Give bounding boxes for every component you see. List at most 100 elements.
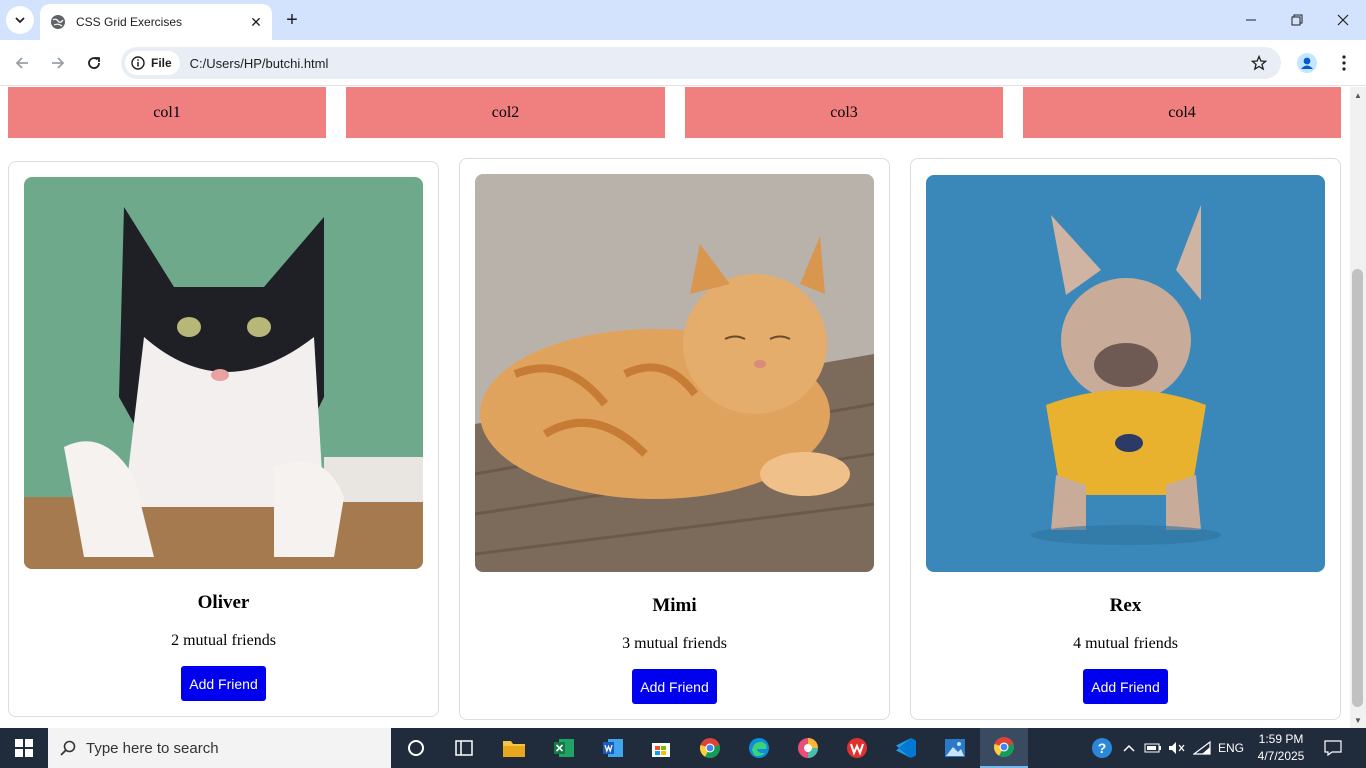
chrome-alt-button[interactable] — [784, 728, 832, 768]
cat-orange-tabby-icon — [475, 174, 874, 572]
reload-button[interactable] — [80, 49, 108, 77]
back-button[interactable] — [8, 49, 36, 77]
forward-button[interactable] — [44, 49, 72, 77]
address-bar[interactable]: File C:/Users/HP/butchi.html — [121, 47, 1281, 79]
vertical-scrollbar[interactable]: ▲ ▼ — [1350, 87, 1366, 728]
mutual-friends: 3 mutual friends — [622, 635, 727, 652]
grid-col-4: col4 — [1023, 87, 1341, 138]
chevron-up-icon — [1123, 744, 1135, 752]
help-tray-button[interactable]: ? — [1088, 728, 1116, 768]
friend-card: Oliver 2 mutual friends Add Friend — [8, 161, 439, 717]
system-clock[interactable]: 1:59 PM 4/7/2025 — [1250, 731, 1312, 765]
clock-time: 1:59 PM — [1258, 732, 1304, 746]
svg-text:?: ? — [1098, 740, 1107, 756]
info-icon — [131, 56, 145, 70]
restore-button[interactable] — [1274, 0, 1320, 40]
minimize-icon — [1246, 19, 1256, 21]
word-icon — [603, 739, 623, 757]
chrome-icon — [994, 737, 1014, 758]
minimize-button[interactable] — [1228, 0, 1274, 40]
scheme-label: File — [151, 56, 172, 70]
browser-toolbar: File C:/Users/HP/butchi.html — [0, 40, 1366, 86]
edge-icon — [749, 738, 769, 758]
friend-card: Mimi 3 mutual friends Add Friend — [459, 158, 890, 720]
photos-button[interactable] — [931, 728, 979, 768]
grid-col-1: col1 — [8, 87, 326, 138]
clock-date: 4/7/2025 — [1257, 749, 1305, 763]
chevron-down-icon — [15, 17, 25, 24]
friend-name: Oliver — [197, 592, 250, 613]
site-info-chip[interactable]: File — [125, 51, 180, 75]
wps-button[interactable] — [833, 728, 881, 768]
wps-icon — [847, 738, 867, 758]
add-friend-button[interactable]: Add Friend — [1083, 669, 1168, 704]
mutual-friends: 4 mutual friends — [1073, 635, 1178, 652]
folder-icon — [503, 741, 525, 757]
store-bag-icon — [652, 743, 670, 757]
close-icon — [1337, 14, 1349, 26]
chrome-button[interactable] — [686, 728, 734, 768]
store-button[interactable] — [637, 728, 685, 768]
search-icon — [60, 740, 76, 756]
grid-col-2: col2 — [346, 87, 665, 138]
volume-muted-icon — [1169, 742, 1185, 754]
taskbar-search-box[interactable]: Type here to search — [48, 728, 391, 768]
arrow-left-icon — [15, 57, 28, 69]
scrollbar-thumb[interactable] — [1352, 269, 1363, 707]
tab-strip: CSS Grid Exercises ✕ + — [0, 0, 1366, 40]
battery-tray-button[interactable] — [1142, 728, 1164, 768]
friend-name: Mimi — [652, 595, 697, 616]
tab-search-button[interactable] — [6, 6, 34, 34]
avatar-icon — [1297, 53, 1317, 73]
photos-icon — [945, 739, 965, 757]
url-text[interactable]: C:/Users/HP/butchi.html — [190, 56, 329, 71]
show-hidden-icons-button[interactable] — [1120, 728, 1138, 768]
edge-button[interactable] — [735, 728, 783, 768]
scroll-up-arrow[interactable]: ▲ — [1350, 87, 1366, 103]
arrow-right-icon — [52, 57, 65, 69]
profile-button[interactable] — [1294, 50, 1320, 76]
search-placeholder: Type here to search — [86, 739, 219, 757]
bookmark-star-button[interactable] — [1247, 51, 1271, 75]
grid-col-3: col3 — [685, 87, 1003, 138]
chrome-active-button[interactable] — [980, 728, 1028, 768]
chrome-icon — [700, 738, 720, 759]
volume-tray-button[interactable] — [1166, 728, 1188, 768]
tab-title: CSS Grid Exercises — [76, 15, 183, 29]
friend-card: Rex 4 mutual friends Add Friend — [910, 158, 1341, 720]
notification-icon — [1324, 740, 1342, 756]
new-tab-button[interactable]: + — [280, 8, 304, 32]
wifi-icon — [1193, 741, 1211, 755]
friend-name: Rex — [1109, 595, 1142, 616]
task-view-icon — [455, 740, 473, 756]
close-tab-button[interactable]: ✕ — [246, 12, 266, 32]
cat-black-white-icon — [24, 177, 423, 569]
cortana-button[interactable] — [392, 728, 440, 768]
task-view-button[interactable] — [440, 728, 488, 768]
notifications-button[interactable] — [1316, 728, 1350, 768]
add-friend-button[interactable]: Add Friend — [632, 669, 717, 704]
globe-icon — [51, 15, 65, 29]
excel-icon — [554, 739, 574, 757]
scroll-down-arrow[interactable]: ▼ — [1350, 712, 1366, 728]
add-friend-button[interactable]: Add Friend — [181, 666, 266, 701]
browser-tab[interactable]: CSS Grid Exercises ✕ — [40, 4, 272, 40]
start-button[interactable] — [0, 728, 48, 768]
close-window-button[interactable] — [1320, 0, 1366, 40]
mutual-friends: 2 mutual friends — [171, 632, 276, 649]
word-button[interactable] — [589, 728, 637, 768]
language-indicator[interactable]: ENG — [1214, 728, 1248, 768]
network-tray-button[interactable] — [1190, 728, 1214, 768]
browser-menu-button[interactable] — [1332, 50, 1356, 76]
excel-button[interactable] — [540, 728, 588, 768]
cortana-icon — [408, 740, 424, 756]
dog-french-bulldog-icon — [926, 175, 1325, 572]
reload-icon — [88, 57, 100, 69]
file-explorer-button[interactable] — [490, 728, 538, 768]
page-viewport: col1 col2 col3 col4 Oliver 2 mutual frie… — [0, 87, 1350, 728]
battery-icon — [1144, 743, 1161, 753]
vscode-icon — [896, 738, 916, 758]
windows-logo-icon — [15, 739, 33, 757]
vscode-button[interactable] — [882, 728, 930, 768]
star-icon — [1251, 55, 1267, 71]
